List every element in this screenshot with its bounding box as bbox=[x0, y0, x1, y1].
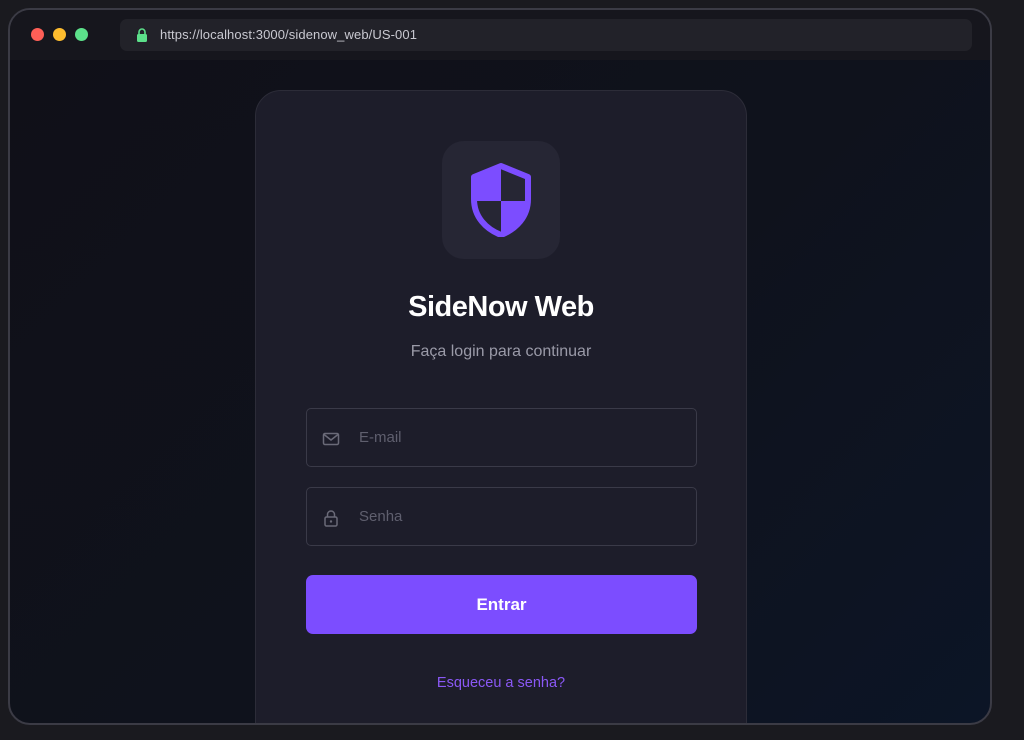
browser-window: https://localhost:3000/sidenow_web/US-00… bbox=[8, 8, 992, 725]
close-window-button[interactable] bbox=[31, 28, 44, 41]
browser-titlebar: https://localhost:3000/sidenow_web/US-00… bbox=[10, 10, 990, 60]
lock-icon bbox=[324, 510, 338, 527]
password-field[interactable] bbox=[306, 487, 697, 546]
address-bar[interactable]: https://localhost:3000/sidenow_web/US-00… bbox=[120, 19, 972, 51]
login-card: SideNow Web Faça login para continuar En… bbox=[255, 90, 747, 723]
login-button[interactable]: Entrar bbox=[306, 575, 697, 634]
lock-icon bbox=[137, 28, 147, 42]
mail-icon bbox=[322, 432, 340, 446]
email-field[interactable] bbox=[306, 408, 697, 467]
maximize-window-button[interactable] bbox=[75, 28, 88, 41]
login-subtitle: Faça login para continuar bbox=[410, 343, 592, 360]
email-input[interactable] bbox=[359, 409, 689, 466]
minimize-window-button[interactable] bbox=[53, 28, 66, 41]
url-text: https://localhost:3000/sidenow_web/US-00… bbox=[160, 27, 418, 42]
shield-icon bbox=[471, 163, 531, 237]
app-title: SideNow Web bbox=[408, 291, 594, 323]
forgot-password-link[interactable]: Esqueceu a senha? bbox=[256, 675, 746, 691]
password-input[interactable] bbox=[359, 488, 689, 545]
app-logo bbox=[442, 141, 560, 259]
